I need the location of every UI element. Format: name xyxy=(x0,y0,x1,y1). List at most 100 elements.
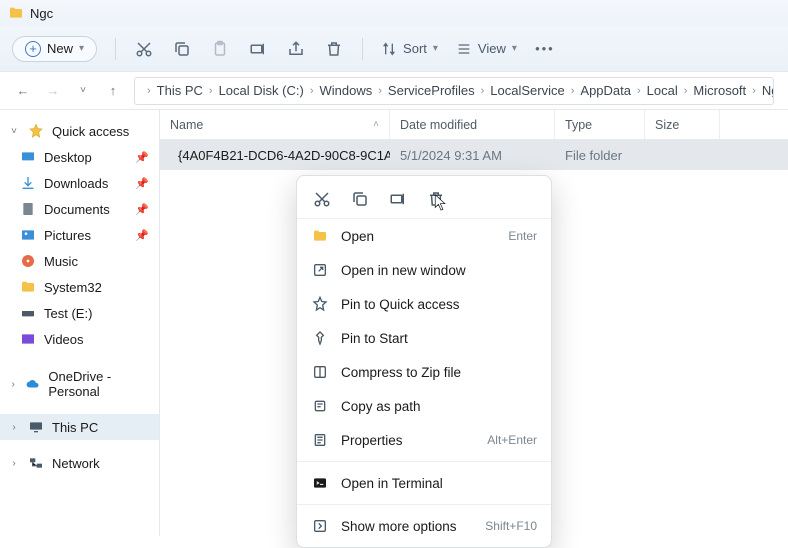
file-type-cell: File folder xyxy=(555,148,645,163)
crumb-localservice[interactable]: LocalService xyxy=(490,83,564,98)
sidebar-item-test-e[interactable]: Test (E:) xyxy=(0,300,159,326)
file-date-cell: 5/1/2024 9:31 AM xyxy=(390,148,555,163)
crumb-local[interactable]: Local xyxy=(647,83,678,98)
network-icon xyxy=(28,455,44,471)
crumb-microsoft[interactable]: Microsoft xyxy=(693,83,746,98)
up-button[interactable]: ↑ xyxy=(104,82,122,100)
cloud-icon xyxy=(26,376,40,392)
sidebar-this-pc[interactable]: ›This PC xyxy=(0,414,159,440)
folder-icon xyxy=(20,279,36,295)
crumb-serviceprofiles[interactable]: ServiceProfiles xyxy=(388,83,475,98)
sort-asc-icon: ˄ xyxy=(373,119,379,130)
sidebar-item-system32[interactable]: System32 xyxy=(0,274,159,300)
command-bar: + New ▾ Sort ▾ View ▾ ••• xyxy=(0,26,788,72)
breadcrumb[interactable]: › This PC› Local Disk (C:)› Windows› Ser… xyxy=(134,77,774,105)
pin-icon xyxy=(311,329,329,347)
ctx-properties[interactable]: PropertiesAlt+Enter xyxy=(297,423,551,457)
chevron-down-icon: ▾ xyxy=(512,43,517,54)
sidebar-item-videos[interactable]: Videos xyxy=(0,326,159,352)
nav-pane: ˅ Quick access Desktop📌 Downloads📌 Docum… xyxy=(0,110,160,536)
sidebar-quick-access[interactable]: ˅ Quick access xyxy=(0,118,159,144)
ctx-open-new-window[interactable]: Open in new window xyxy=(297,253,551,287)
crumb-ngc[interactable]: Ngc xyxy=(762,83,774,98)
star-icon xyxy=(311,295,329,313)
new-button[interactable]: + New ▾ xyxy=(12,36,97,62)
music-icon xyxy=(20,253,36,269)
column-type[interactable]: Type xyxy=(555,110,645,139)
crumb-local-disk[interactable]: Local Disk (C:) xyxy=(219,83,304,98)
window-title: Ngc xyxy=(30,6,53,21)
ctx-cut-button[interactable] xyxy=(311,188,333,210)
delete-button[interactable] xyxy=(324,39,344,59)
ctx-show-more[interactable]: Show more optionsShift+F10 xyxy=(297,509,551,543)
sidebar-onedrive[interactable]: ›OneDrive - Personal xyxy=(0,364,159,404)
terminal-icon xyxy=(311,474,329,492)
ctx-copy-path[interactable]: Copy as path xyxy=(297,389,551,423)
separator xyxy=(297,504,551,505)
more-options-icon xyxy=(311,517,329,535)
chevron-right-icon: › xyxy=(147,85,151,97)
download-icon xyxy=(20,175,36,191)
ctx-delete-button[interactable] xyxy=(425,188,447,210)
more-button[interactable]: ••• xyxy=(535,39,555,59)
column-headers: Name˄ Date modified Type Size xyxy=(160,110,788,140)
ctx-copy-button[interactable] xyxy=(349,188,371,210)
view-button[interactable]: View ▾ xyxy=(456,41,517,57)
forward-button[interactable]: → xyxy=(44,82,62,100)
new-label: New xyxy=(47,41,73,56)
video-icon xyxy=(20,331,36,347)
ctx-pin-start[interactable]: Pin to Start xyxy=(297,321,551,355)
ctx-open-terminal[interactable]: Open in Terminal xyxy=(297,466,551,500)
nav-row: ← → ˅ ↑ › This PC› Local Disk (C:)› Wind… xyxy=(0,72,788,110)
copy-path-icon xyxy=(311,397,329,415)
properties-icon xyxy=(311,431,329,449)
folder-icon xyxy=(311,227,329,245)
file-name-cell: {4A0F4B21-DCD6-4A2D-90C8-9C1AF96... xyxy=(160,147,390,163)
column-date[interactable]: Date modified xyxy=(390,110,555,139)
chevron-right-icon: › xyxy=(8,422,20,433)
ctx-pin-quick-access[interactable]: Pin to Quick access xyxy=(297,287,551,321)
ctx-rename-button[interactable] xyxy=(387,188,409,210)
chevron-down-icon: ▾ xyxy=(79,43,84,54)
sidebar-item-documents[interactable]: Documents📌 xyxy=(0,196,159,222)
share-button[interactable] xyxy=(286,39,306,59)
separator xyxy=(115,38,116,60)
context-menu: OpenEnter Open in new window Pin to Quic… xyxy=(296,175,552,548)
sort-icon xyxy=(381,41,397,57)
recent-button[interactable]: ˅ xyxy=(74,82,92,100)
chevron-down-icon: ▾ xyxy=(433,43,438,54)
column-name[interactable]: Name˄ xyxy=(160,110,390,139)
drive-icon xyxy=(20,305,36,321)
crumb-this-pc[interactable]: This PC xyxy=(157,83,203,98)
sidebar-item-music[interactable]: Music xyxy=(0,248,159,274)
title-bar: Ngc xyxy=(0,0,788,26)
crumb-windows[interactable]: Windows xyxy=(320,83,373,98)
document-icon xyxy=(20,201,36,217)
paste-button[interactable] xyxy=(210,39,230,59)
table-row[interactable]: {4A0F4B21-DCD6-4A2D-90C8-9C1AF96... 5/1/… xyxy=(160,140,788,170)
rename-button[interactable] xyxy=(248,39,268,59)
ctx-open[interactable]: OpenEnter xyxy=(297,219,551,253)
open-window-icon xyxy=(311,261,329,279)
separator xyxy=(362,38,363,60)
crumb-appdata[interactable]: AppData xyxy=(580,83,631,98)
sidebar-network[interactable]: ›Network xyxy=(0,450,159,476)
zip-icon xyxy=(311,363,329,381)
pin-icon: 📌 xyxy=(135,177,149,190)
sort-button[interactable]: Sort ▾ xyxy=(381,41,438,57)
column-size[interactable]: Size xyxy=(645,110,720,139)
back-button[interactable]: ← xyxy=(14,82,32,100)
plus-icon: + xyxy=(25,41,41,57)
pin-icon: 📌 xyxy=(135,203,149,216)
separator xyxy=(297,461,551,462)
sidebar-item-desktop[interactable]: Desktop📌 xyxy=(0,144,159,170)
chevron-right-icon: › xyxy=(8,458,20,469)
copy-button[interactable] xyxy=(172,39,192,59)
sidebar-item-downloads[interactable]: Downloads📌 xyxy=(0,170,159,196)
ctx-compress-zip[interactable]: Compress to Zip file xyxy=(297,355,551,389)
cut-button[interactable] xyxy=(134,39,154,59)
context-toolbar xyxy=(297,180,551,219)
chevron-right-icon: › xyxy=(8,379,18,390)
pin-icon: 📌 xyxy=(135,151,149,164)
sidebar-item-pictures[interactable]: Pictures📌 xyxy=(0,222,159,248)
